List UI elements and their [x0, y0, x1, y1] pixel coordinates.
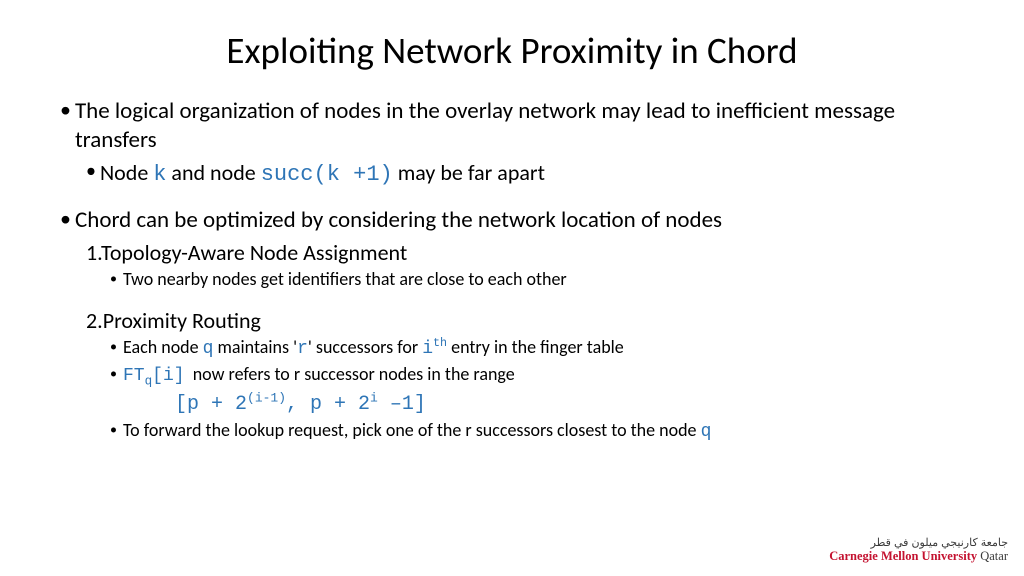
bullet-dot: •: [110, 419, 117, 440]
bullet-2-text: Chord can be optimized by considering th…: [75, 206, 722, 235]
bullet-dot: •: [110, 268, 117, 289]
content-area: • The logical organization of nodes in t…: [60, 97, 964, 444]
bullet-1-sub-text: Node k and node succ(k +1) may be far ap…: [100, 159, 545, 189]
bullet-2: • Chord can be optimized by considering …: [60, 206, 964, 235]
n2-s3-text: To forward the lookup request, pick one …: [123, 419, 711, 444]
code-succ: succ(k +1): [261, 162, 393, 187]
bullet-1: • The logical organization of nodes in t…: [60, 97, 964, 155]
code-i: ith: [422, 339, 447, 359]
code-q2: q: [701, 422, 712, 442]
numbered-1-sub: • Two nearby nodes get identifiers that …: [110, 268, 964, 291]
n2-s2-text: FTq[i] now refers to r successor nodes i…: [123, 363, 515, 390]
slide-title: Exploiting Network Proximity in Chord: [60, 28, 964, 73]
bullet-dot: •: [110, 363, 117, 384]
code-ftq: FTq[i]: [123, 366, 185, 386]
bullet-1-sub: • Node k and node succ(k +1) may be far …: [86, 159, 964, 189]
code-r: r: [297, 339, 308, 359]
n2-s1-text: Each node q maintains 'r' successors for…: [123, 336, 624, 361]
code-q: q: [203, 339, 214, 359]
numbered-2-sub2: • FTq[i] now refers to r successor nodes…: [110, 363, 964, 390]
numbered-2: 2.Proximity Routing: [86, 307, 964, 335]
logo-english: Carnegie Mellon University Qatar: [829, 549, 1008, 564]
numbered-2-sub1: • Each node q maintains 'r' successors f…: [110, 336, 964, 361]
n1-sub-text: Two nearby nodes get identifiers that ar…: [123, 268, 567, 291]
bullet-dot: •: [60, 97, 71, 123]
logo-arabic: جامعة كارنيجي ميلون في قطر: [829, 536, 1008, 549]
bullet-dot: •: [60, 206, 71, 232]
code-k: k: [153, 162, 166, 187]
bullet-dot: •: [86, 159, 96, 184]
formula-range: [p + 2(i-1), p + 2i –1]: [175, 392, 964, 417]
numbered-2-sub3: • To forward the lookup request, pick on…: [110, 419, 964, 444]
bullet-dot: •: [110, 336, 117, 357]
university-logo: جامعة كارنيجي ميلون في قطر Carnegie Mell…: [829, 536, 1008, 564]
slide: Exploiting Network Proximity in Chord • …: [0, 0, 1024, 466]
numbered-1: 1.Topology-Aware Node Assignment: [86, 239, 964, 267]
bullet-1-text: The logical organization of nodes in the…: [75, 97, 964, 155]
